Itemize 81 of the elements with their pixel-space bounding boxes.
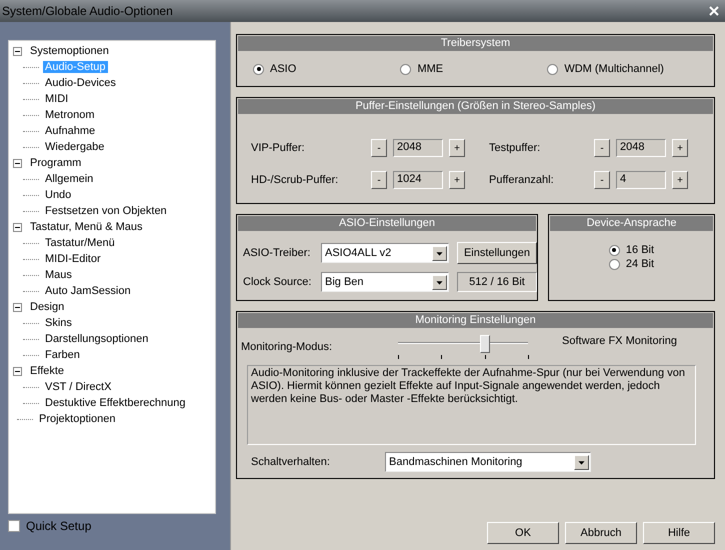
tree-item[interactable]: Tastatur/Menü — [43, 237, 117, 249]
tree-item[interactable]: Farben — [43, 349, 82, 361]
caret-icon — [574, 454, 589, 470]
quick-setup-checkbox[interactable] — [8, 520, 20, 532]
mode-value: Software FX Monitoring — [562, 335, 677, 347]
tree-item[interactable]: VST / DirectX — [43, 381, 114, 393]
window-title: System/Globale Audio-Optionen — [2, 4, 173, 18]
tree-item[interactable]: Darstellungsoptionen — [43, 333, 150, 345]
caret-icon — [432, 274, 447, 290]
collapse-icon[interactable] — [13, 158, 22, 168]
field-label: Pufferanzahl: — [489, 174, 555, 186]
tree-item[interactable]: Skins — [43, 317, 74, 329]
tree-item[interactable]: Festsetzen von Objekten — [43, 205, 169, 217]
close-icon[interactable] — [709, 6, 719, 16]
field-label: ASIO-Treiber: — [243, 247, 312, 259]
decrement-button[interactable]: - — [594, 139, 610, 157]
field-label: Clock Source: — [243, 276, 312, 288]
radio-button[interactable] — [547, 64, 558, 74]
radio-label: MME — [417, 63, 444, 75]
collapse-icon[interactable] — [13, 46, 22, 56]
dialog-button[interactable]: Hilfe — [643, 522, 715, 544]
tree-item[interactable]: Projektoptionen — [37, 413, 118, 425]
field-label: Testpuffer: — [489, 142, 542, 154]
tree-item[interactable]: Systemoptionen — [28, 45, 111, 57]
tree-item[interactable]: MIDI-Editor — [43, 253, 103, 265]
increment-button[interactable]: + — [449, 171, 465, 189]
panel-header: Monitoring Einstellungen — [238, 313, 713, 328]
tree-item[interactable]: MIDI — [43, 93, 70, 105]
tree-item[interactable]: Maus — [43, 269, 74, 281]
field-label: VIP-Puffer: — [251, 142, 306, 154]
panel-header: ASIO-Einstellungen — [238, 216, 536, 231]
description-text: Audio-Monitoring inklusive der Trackeffekte der Aufnahme-Spur (nur bei Verwendung von ASIO). Hiermit können gezielt Effekte auf Input-Signale angewendet werden, jedoch werden keine Bus- oder Master -Effekte berücksichtigt. — [247, 365, 696, 445]
settings-button[interactable]: Einstellungen — [457, 242, 537, 264]
field-label: Schaltverhalten: — [251, 456, 331, 468]
tree-item[interactable]: Audio-Devices — [43, 77, 118, 89]
tree-item[interactable]: Metronom — [43, 109, 97, 121]
tree-item[interactable]: Wiedergabe — [43, 141, 106, 153]
buffer-field[interactable]: 4 — [616, 171, 666, 189]
radio-label: WDM (Multichannel) — [564, 63, 664, 75]
radio-label: 16 Bit — [626, 244, 654, 256]
tree-item[interactable]: Aufnahme — [43, 125, 98, 137]
tree-item[interactable]: Effekte — [28, 365, 66, 377]
increment-button[interactable]: + — [672, 139, 688, 157]
panel-header: Treibersystem — [238, 36, 713, 51]
slider-thumb[interactable] — [480, 335, 490, 353]
buffer-field[interactable]: 2048 — [393, 139, 443, 157]
radio-button[interactable] — [253, 64, 264, 74]
tree-item[interactable]: Undo — [43, 189, 74, 201]
buffer-info: 512 / 16 Bit — [457, 272, 537, 292]
buffer-field[interactable]: 1024 — [393, 171, 443, 189]
decrement-button[interactable]: - — [371, 139, 387, 157]
dialog-button[interactable]: OK — [487, 522, 559, 544]
radio-label: 24 Bit — [626, 258, 654, 270]
radio-button[interactable] — [608, 244, 620, 256]
switch-dropdown[interactable]: Bandmaschinen Monitoring — [385, 452, 591, 472]
driver-dropdown[interactable]: ASIO4ALL v2 — [321, 243, 449, 263]
tree-item[interactable]: Auto JamSession — [43, 285, 133, 297]
clock-dropdown[interactable]: Big Ben — [321, 272, 449, 292]
decrement-button[interactable]: - — [371, 171, 387, 189]
decrement-button[interactable]: - — [594, 171, 610, 189]
radio-button[interactable] — [400, 64, 412, 74]
tree-item[interactable]: Allgemein — [43, 173, 96, 185]
field-label: HD-/Scrub-Puffer: — [251, 174, 340, 186]
field-label: Monitoring-Modus: — [241, 341, 334, 353]
buffer-field[interactable]: 2048 — [616, 139, 666, 157]
collapse-icon[interactable] — [13, 366, 22, 376]
collapse-icon[interactable] — [13, 222, 22, 232]
radio-label: ASIO — [270, 63, 296, 75]
panel-header: Puffer-Einstellungen (Größen in Stereo-Samples) — [238, 99, 713, 114]
tree-item[interactable]: Tastatur, Menü & Maus — [28, 221, 144, 233]
increment-button[interactable]: + — [672, 171, 688, 189]
collapse-icon[interactable] — [13, 302, 22, 312]
tree-item[interactable]: Destuktive Effektberechnung — [43, 397, 188, 409]
caret-icon — [432, 246, 447, 260]
tree-item[interactable]: Design — [28, 301, 66, 313]
radio-button[interactable] — [608, 258, 620, 270]
tree-item[interactable]: Programm — [28, 157, 84, 169]
dialog-button[interactable]: Abbruch — [565, 522, 637, 544]
increment-button[interactable]: + — [449, 139, 465, 157]
panel-header: Device-Ansprache — [550, 216, 713, 231]
checkbox-label: Quick Setup — [26, 519, 92, 533]
